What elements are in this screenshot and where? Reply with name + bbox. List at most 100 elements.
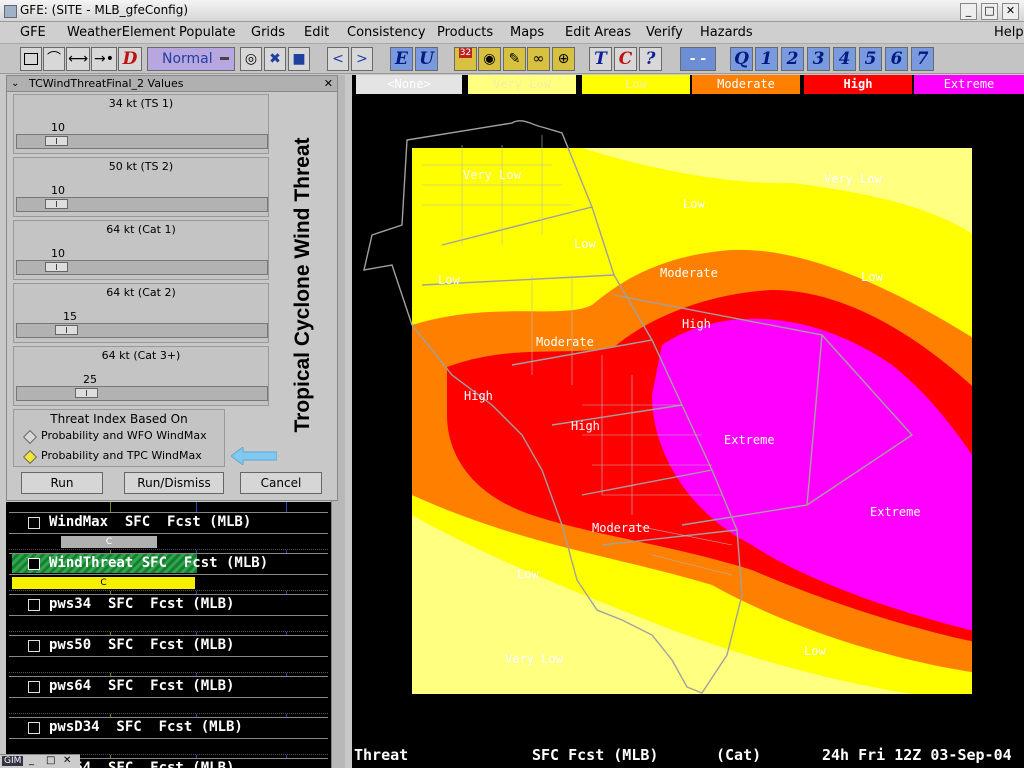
- taskbar-restore-icon[interactable]: □: [46, 755, 55, 766]
- legend-low[interactable]: Low: [582, 75, 690, 94]
- menu-verify[interactable]: Verify: [646, 25, 683, 40]
- num-3-button[interactable]: 3: [807, 47, 830, 71]
- legend-high[interactable]: High: [804, 75, 912, 94]
- grid-timeline[interactable]: [9, 657, 328, 673]
- globe-tool-button[interactable]: ⊕: [552, 47, 575, 71]
- close-icon[interactable]: ✕: [1002, 3, 1019, 20]
- grid-row-header[interactable]: pwsD34 SFC Fcst (MLB): [9, 717, 328, 739]
- next-button[interactable]: >: [351, 47, 373, 71]
- slider-thumb[interactable]: [45, 199, 68, 209]
- grid-timeline[interactable]: [9, 698, 328, 714]
- legend-none[interactable]: <None>: [356, 75, 462, 94]
- dialog-title-bar[interactable]: ⌄ TCWindThreatFinal_2 Values ✕: [7, 76, 337, 92]
- grid-row-header[interactable]: WindThreat SFC Fcst (MLB): [9, 553, 328, 575]
- grid-row-header[interactable]: pws64 SFC Fcst (MLB): [9, 676, 328, 698]
- select-tool-button[interactable]: [20, 47, 42, 71]
- help-tool-button[interactable]: ?: [639, 47, 662, 71]
- legend-extreme[interactable]: Extreme: [914, 75, 1024, 94]
- slider-track[interactable]: [16, 386, 268, 401]
- grid-row-checkbox[interactable]: [28, 640, 40, 652]
- grid-row-header[interactable]: pws34 SFC Fcst (MLB): [9, 594, 328, 616]
- bit-depth-button[interactable]: 32: [454, 47, 477, 71]
- num-5-button[interactable]: 5: [859, 47, 882, 71]
- menu-grids[interactable]: Grids: [251, 25, 285, 40]
- contour-tool-button[interactable]: ⌒: [43, 47, 65, 71]
- menu-populate[interactable]: Populate: [179, 25, 236, 40]
- grid-row-checkbox[interactable]: [28, 599, 40, 611]
- dialog-menu-icon[interactable]: ⌄: [11, 76, 19, 92]
- grid-row-windmax[interactable]: WindMax SFC Fcst (MLB) C: [6, 510, 331, 551]
- edit-area-button[interactable]: ✖: [264, 47, 286, 71]
- num-4-button[interactable]: 4: [833, 47, 856, 71]
- grid-timeline[interactable]: [9, 616, 328, 632]
- grid-row-checkbox[interactable]: [28, 558, 40, 570]
- grid-timeline[interactable]: [9, 534, 328, 550]
- num-7-button[interactable]: 7: [911, 47, 934, 71]
- num-1-button[interactable]: 1: [755, 47, 778, 71]
- move-tool-button[interactable]: ⟷: [66, 47, 90, 71]
- taskbar-gim[interactable]: GIM: [2, 756, 24, 766]
- menu-consistency[interactable]: Consistency: [347, 25, 426, 40]
- grid-row-header[interactable]: WindMax SFC Fcst (MLB): [9, 512, 328, 534]
- q-tool-button[interactable]: Q: [730, 47, 753, 71]
- pencil-tool-button[interactable]: ✎: [503, 47, 526, 71]
- slider-track[interactable]: [16, 260, 268, 275]
- target-tool-button[interactable]: ◉: [478, 47, 501, 71]
- grid-row-checkbox[interactable]: [28, 681, 40, 693]
- grid-timeline[interactable]: [9, 739, 328, 755]
- slider-track[interactable]: [16, 197, 268, 212]
- menu-hazards[interactable]: Hazards: [700, 25, 753, 40]
- menu-weather-element[interactable]: WeatherElement: [67, 25, 176, 40]
- legend-moderate[interactable]: Moderate: [692, 75, 800, 94]
- minimize-icon[interactable]: _: [960, 3, 977, 20]
- dialog-close-icon[interactable]: ✕: [324, 76, 333, 92]
- maximize-icon[interactable]: □: [981, 3, 998, 20]
- radio-indicator[interactable]: [22, 449, 38, 465]
- slider-thumb[interactable]: [45, 136, 68, 146]
- radio-tpc-windmax[interactable]: Probability and TPC WindMax: [22, 449, 212, 465]
- grid-row-checkbox[interactable]: [28, 517, 40, 529]
- grid-row-pwsd34[interactable]: pwsD34 SFC Fcst (MLB): [6, 715, 331, 756]
- move-copy-button[interactable]: →•: [91, 47, 117, 71]
- menu-maps[interactable]: Maps: [510, 25, 544, 40]
- num-6-button[interactable]: 6: [885, 47, 908, 71]
- link-tool-button[interactable]: ∞: [527, 47, 550, 71]
- menu-products[interactable]: Products: [437, 25, 493, 40]
- legend-very-low[interactable]: Very Low: [468, 75, 576, 94]
- menu-edit[interactable]: Edit: [304, 25, 329, 40]
- slider-thumb[interactable]: [75, 388, 98, 398]
- grid-row-pws64[interactable]: pws64 SFC Fcst (MLB): [6, 674, 331, 715]
- edit-mode-select[interactable]: Normal: [147, 47, 235, 71]
- visibility-toggle-button[interactable]: ◎: [240, 47, 262, 71]
- slider-thumb[interactable]: [55, 325, 78, 335]
- slider-thumb[interactable]: [45, 262, 68, 272]
- grid-row-checkbox[interactable]: [28, 722, 40, 734]
- radio-indicator[interactable]: [22, 429, 38, 445]
- grid-row-windthreat[interactable]: WindThreat SFC Fcst (MLB) C: [6, 551, 331, 592]
- menu-gfe[interactable]: GFE: [20, 25, 46, 40]
- save-button[interactable]: ■: [288, 47, 310, 71]
- c-tool-button[interactable]: C: [614, 47, 637, 71]
- num-2-button[interactable]: 2: [781, 47, 804, 71]
- slider-track[interactable]: [16, 323, 268, 338]
- d-tool-button[interactable]: D: [118, 47, 142, 71]
- u-tool-button[interactable]: U: [415, 47, 438, 71]
- cancel-button[interactable]: Cancel: [240, 472, 322, 494]
- run-dismiss-button[interactable]: Run/Dismiss: [124, 472, 224, 494]
- taskbar-close-icon[interactable]: ✕: [63, 755, 71, 766]
- menu-help[interactable]: Help: [994, 25, 1024, 40]
- grid-row-pws50[interactable]: pws50 SFC Fcst (MLB): [6, 633, 331, 674]
- menu-edit-areas[interactable]: Edit Areas: [565, 25, 631, 40]
- equals-tool-button[interactable]: - -: [680, 47, 716, 71]
- grid-row-header[interactable]: pws50 SFC Fcst (MLB): [9, 635, 328, 657]
- grid-block[interactable]: C: [12, 577, 195, 589]
- map-display[interactable]: Very Low Very Low Low Low Low Low Modera…: [352, 75, 1024, 768]
- run-button[interactable]: Run: [21, 472, 103, 494]
- taskbar-minimize-icon[interactable]: _: [29, 755, 34, 766]
- t-tool-button[interactable]: T: [589, 47, 612, 71]
- radio-wfo-windmax[interactable]: Probability and WFO WindMax: [22, 429, 212, 445]
- previous-button[interactable]: <: [327, 47, 349, 71]
- slider-track[interactable]: [16, 134, 268, 149]
- grid-block[interactable]: C: [61, 536, 157, 548]
- e-tool-button[interactable]: E: [390, 47, 413, 71]
